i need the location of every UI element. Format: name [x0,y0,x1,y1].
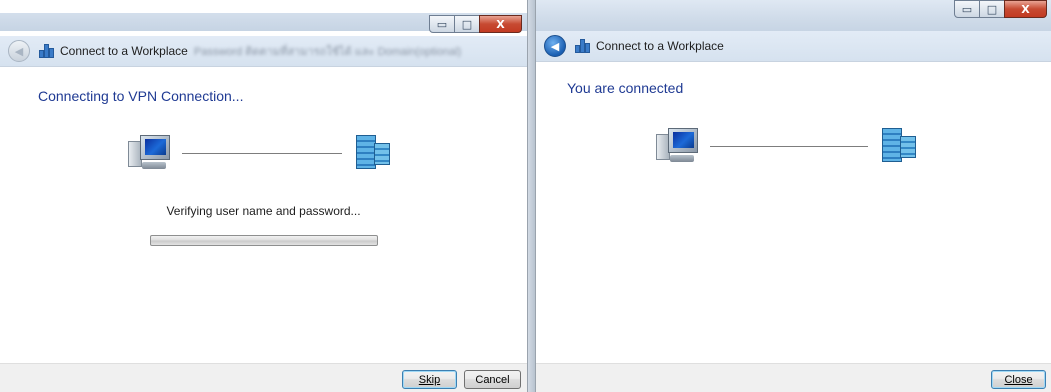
nav-bar: ◀ Connect to a Workplace Password ติดตาม… [0,36,527,67]
minimize-button[interactable]: ▭ [429,15,455,33]
page-heading: You are connected [567,80,684,96]
nav-title: Connect to a Workplace [60,44,188,58]
button-bar: Skip Cancel [0,363,527,392]
connect-window-connecting: ▭ □ X ◀ Connect to a Workplace Password … [0,0,528,392]
window-gap [528,0,535,392]
close-window-button[interactable]: X [1004,0,1047,18]
connect-window-connected: ▭ □ X ◀ Connect to a Workplace You are c… [535,0,1051,392]
caption-buttons: ▭ □ X [954,0,1047,18]
connection-diagram [656,128,918,164]
back-arrow-icon[interactable]: ◀ [8,40,30,62]
blurred-title-text: Password ติดตามที่สามารถใช้ได้ และ Domai… [193,46,462,58]
title-bar[interactable]: ▭ □ X [0,0,527,33]
close-window-button[interactable]: X [479,15,522,33]
page-heading: Connecting to VPN Connection... [38,88,244,104]
workplace-icon [39,44,55,58]
status-text: Verifying user name and password... [166,204,361,218]
skip-button[interactable]: Skip [402,370,457,389]
nav-title: Connect to a Workplace [596,39,724,53]
connection-line [182,152,342,154]
computer-icon [128,135,172,171]
connection-line [710,145,868,147]
back-arrow-icon[interactable]: ◀ [544,35,566,57]
maximize-button[interactable]: □ [979,0,1005,18]
computer-icon [656,128,700,164]
minimize-button[interactable]: ▭ [954,0,980,18]
server-icon [352,135,392,171]
title-bar[interactable]: ▭ □ X [536,0,1051,32]
close-label: Close [1004,373,1033,386]
progress-bar [150,235,378,246]
nav-bar: ◀ Connect to a Workplace [536,31,1051,62]
button-bar: Close [536,363,1051,392]
cancel-button[interactable]: Cancel [464,370,521,389]
close-button[interactable]: Close [991,370,1046,389]
skip-label: Skip [418,373,441,386]
server-icon [878,128,918,164]
caption-buttons: ▭ □ X [429,15,522,33]
maximize-button[interactable]: □ [454,15,480,33]
workplace-icon [575,39,591,53]
connection-diagram [128,135,392,171]
